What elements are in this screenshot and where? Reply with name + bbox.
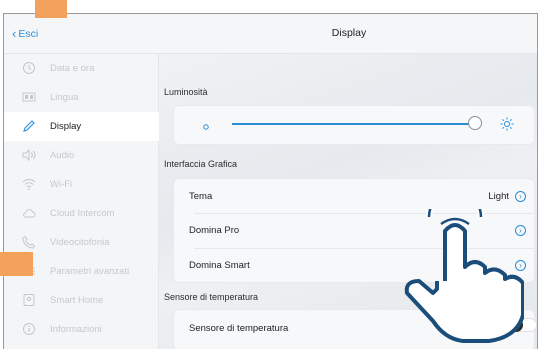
sidebar-item-label: Cloud Intercom <box>50 208 115 219</box>
brightness-high-icon <box>500 117 514 136</box>
sidebar-item-label: Data e ora <box>50 63 95 74</box>
row-temperature-label: Sensore di temperatura <box>189 323 289 334</box>
clock-icon <box>22 61 36 75</box>
main-panel: Luminosità Interfaccia Grafica Tema Ligh… <box>159 54 537 349</box>
row-tema-value: Light <box>488 191 509 202</box>
hand-pointer-icon <box>389 188 525 349</box>
chevron-left-icon: ‹ <box>12 26 17 41</box>
brightness-slider-track[interactable] <box>232 123 476 125</box>
sidebar-item-label: Videocitofonia <box>50 237 110 248</box>
sidebar-item-label: Parametri avanzati <box>50 266 130 277</box>
row-tema[interactable]: Tema Light › <box>174 179 534 213</box>
section-brightness-label: Luminosità <box>164 87 208 97</box>
sidebar-item-label: Display <box>50 121 82 132</box>
language-icon <box>22 90 36 104</box>
sidebar-item-label: Lingua <box>50 92 79 103</box>
brightness-low-icon <box>201 119 211 137</box>
speaker-icon <box>22 148 36 162</box>
back-button[interactable]: ‹ Esci <box>12 26 38 42</box>
section-temperature-label: Sensore di temperatura <box>164 292 259 302</box>
sidebar-item-label: Audio <box>50 150 75 161</box>
chevron-right-icon: › <box>515 191 526 202</box>
sidebar-item-informazioni[interactable]: Informazioni <box>4 315 159 344</box>
row-domina-pro-label: Domina Pro <box>189 225 240 236</box>
orange-marker-left <box>0 252 33 276</box>
device-screen: ‹ Esci Display Data e ora Lingua Display <box>3 13 538 349</box>
back-label: Esci <box>18 28 39 40</box>
sidebar-item-label: Wi-Fi <box>50 179 73 190</box>
row-tema-label: Tema <box>189 191 213 202</box>
sidebar-item-cloud-intercom[interactable]: Cloud Intercom <box>4 199 159 228</box>
wifi-icon <box>22 177 36 191</box>
pen-icon <box>22 119 36 133</box>
row-domina-smart-label: Domina Smart <box>189 260 250 271</box>
brightness-card <box>174 106 534 144</box>
phone-icon <box>22 235 36 249</box>
sidebar-item-label: Smart Home <box>50 295 104 306</box>
info-icon <box>22 322 36 336</box>
brightness-slider-knob[interactable] <box>468 116 483 130</box>
sidebar-item-lingua[interactable]: Lingua <box>4 83 159 112</box>
sidebar: Data e ora Lingua Display Audio Wi-Fi Cl… <box>4 54 159 349</box>
sidebar-item-display[interactable]: Display <box>4 112 159 141</box>
sidebar-item-data-e-ora[interactable]: Data e ora <box>4 54 159 83</box>
home-icon <box>22 293 36 307</box>
top-bar: ‹ Esci Display <box>4 14 537 54</box>
sidebar-item-wifi[interactable]: Wi-Fi <box>4 170 159 199</box>
cloud-icon <box>22 206 36 220</box>
orange-marker-top <box>35 0 67 18</box>
sidebar-item-label: Informazioni <box>50 324 102 335</box>
sidebar-item-smart-home[interactable]: Smart Home <box>4 286 159 315</box>
section-graphics-label: Interfaccia Grafica <box>164 159 238 169</box>
sidebar-item-audio[interactable]: Audio <box>4 141 159 170</box>
page-title: Display <box>331 27 367 39</box>
